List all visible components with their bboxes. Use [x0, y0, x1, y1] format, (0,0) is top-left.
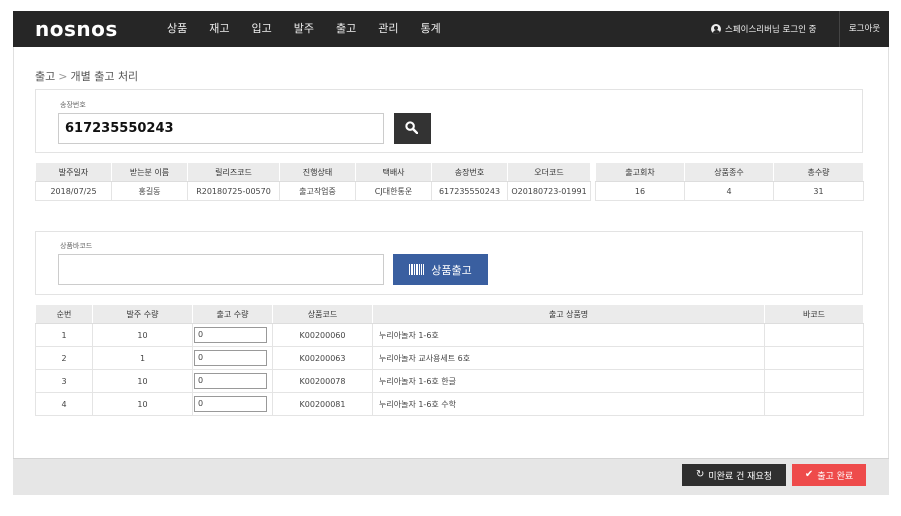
order-date: 2018/07/25 — [35, 181, 112, 201]
release-code: R20180725-00570 — [187, 181, 280, 201]
invoice-number-input[interactable]: 617235550243 — [58, 113, 384, 144]
ship-qty-input[interactable]: 0 — [194, 396, 267, 412]
summary-header-row: 출고회차 상품종수 총수량 — [595, 162, 864, 182]
barcode-input[interactable] — [58, 254, 384, 285]
refresh-icon: ↻ — [695, 469, 705, 480]
recipient-name: 홍길동 — [111, 181, 188, 201]
table-row: 1 10 0 K00200060 누리아놀자 1-6호 — [35, 323, 864, 347]
item-product-name: 누리아놀자 교사용세트 6호 — [372, 346, 765, 370]
user-status: 스페이스리버님 로그인 중 — [711, 11, 816, 47]
item-product-name: 누리아놀자 1-6호 수학 — [372, 392, 765, 416]
ship-product-label: 상품출고 — [431, 263, 472, 277]
col-product-code: 상품코드 — [272, 304, 373, 324]
summary-table: 출고회차 상품종수 총수량 16 4 31 — [595, 162, 864, 201]
item-product-name: 누리아놀자 1-6호 한글 — [372, 369, 765, 393]
col-status: 진행상태 — [279, 162, 356, 182]
items-header-row: 순번 발주 수량 출고 수량 상품코드 출고 상품명 바코드 — [35, 304, 864, 324]
item-product-code: K00200078 — [272, 369, 373, 393]
ship-qty-input[interactable]: 0 — [194, 350, 267, 366]
order-code: O20180723-01991 — [507, 181, 591, 201]
barcode-label: 상품바코드 — [60, 242, 93, 250]
table-row: 2018/07/25 홍길동 R20180725-00570 출고작업중 CJ대… — [35, 181, 591, 201]
col-ship-qty: 출고 수량 — [192, 304, 273, 324]
order-info-table: 발주일자 받는분 이름 릴리즈코드 진행상태 택배사 송장번호 오더코드 201… — [35, 162, 591, 201]
breadcrumb-parent[interactable]: 출고 — [35, 70, 55, 83]
nav-item-outbound[interactable]: 출고 — [326, 11, 366, 47]
item-product-code: K00200081 — [272, 392, 373, 416]
item-seq: 3 — [35, 369, 93, 393]
col-invoice: 송장번호 — [431, 162, 508, 182]
item-product-code: K00200060 — [272, 323, 373, 347]
col-total-qty: 총수량 — [773, 162, 864, 182]
item-product-code: K00200063 — [272, 346, 373, 370]
order-info-header-row: 발주일자 받는분 이름 릴리즈코드 진행상태 택배사 송장번호 오더코드 — [35, 162, 591, 182]
top-navbar: nosnos 상품 재고 입고 발주 출고 관리 통계 스페이스리버님 로그인 … — [13, 11, 889, 47]
search-button[interactable] — [394, 113, 431, 144]
nav-item-product[interactable]: 상품 — [157, 11, 197, 47]
item-order-qty: 10 — [92, 323, 193, 347]
rerequest-button[interactable]: ↻ 미완료 건 재요청 — [682, 464, 786, 486]
rerequest-label: 미완료 건 재요청 — [708, 471, 773, 482]
logout-button[interactable]: 로그아웃 — [839, 11, 889, 47]
ship-qty-input[interactable]: 0 — [194, 373, 267, 389]
item-seq: 2 — [35, 346, 93, 370]
table-row: 4 10 0 K00200081 누리아놀자 1-6호 수학 — [35, 392, 864, 416]
col-order-code: 오더코드 — [507, 162, 591, 182]
item-order-qty: 10 — [92, 369, 193, 393]
breadcrumb-current: 개별 출고 처리 — [70, 70, 139, 83]
col-order-qty: 발주 수량 — [92, 304, 193, 324]
col-order-date: 발주일자 — [35, 162, 112, 182]
item-barcode — [764, 346, 864, 370]
user-status-text: 스페이스리버님 로그인 중 — [725, 25, 817, 35]
breadcrumb: 출고 > 개별 출고 처리 — [35, 68, 138, 84]
total-qty: 31 — [773, 181, 864, 201]
table-row: 16 4 31 — [595, 181, 864, 201]
table-row: 2 1 0 K00200063 누리아놀자 교사용세트 6호 — [35, 346, 864, 370]
breadcrumb-separator: > — [58, 70, 68, 83]
col-release-code: 릴리즈코드 — [187, 162, 280, 182]
ship-product-button[interactable]: 상품출고 — [393, 254, 488, 285]
item-barcode — [764, 323, 864, 347]
courier: CJ대한통운 — [355, 181, 432, 201]
complete-shipment-button[interactable]: ✔ 출고 완료 — [792, 464, 866, 486]
nav-item-inventory[interactable]: 재고 — [199, 11, 239, 47]
ship-qty-input[interactable]: 0 — [194, 327, 267, 343]
col-product-types: 상품종수 — [684, 162, 774, 182]
table-row: 3 10 0 K00200078 누리아놀자 1-6호 한글 — [35, 369, 864, 393]
item-seq: 1 — [35, 323, 93, 347]
product-types: 4 — [684, 181, 774, 201]
nav-item-inbound[interactable]: 입고 — [242, 11, 282, 47]
col-courier: 택배사 — [355, 162, 432, 182]
search-icon — [405, 121, 418, 134]
item-seq: 4 — [35, 392, 93, 416]
progress-status: 출고작업중 — [279, 181, 356, 201]
item-barcode — [764, 392, 864, 416]
col-recipient: 받는분 이름 — [111, 162, 188, 182]
logo[interactable]: nosnos — [35, 17, 118, 41]
item-order-qty: 1 — [92, 346, 193, 370]
user-icon — [711, 24, 721, 34]
col-barcode: 바코드 — [764, 304, 864, 324]
col-product-name: 출고 상품명 — [372, 304, 765, 324]
col-ship-round: 출고회차 — [595, 162, 685, 182]
invoice-number: 617235550243 — [431, 181, 508, 201]
col-seq: 순번 — [35, 304, 93, 324]
ship-round: 16 — [595, 181, 685, 201]
item-order-qty: 10 — [92, 392, 193, 416]
nav-item-order[interactable]: 발주 — [284, 11, 324, 47]
item-barcode — [764, 369, 864, 393]
item-product-name: 누리아놀자 1-6호 — [372, 323, 765, 347]
invoice-label: 송장번호 — [60, 101, 86, 109]
nav-item-stats[interactable]: 통계 — [411, 11, 451, 47]
main-menu: 상품 재고 입고 발주 출고 관리 통계 — [157, 11, 453, 47]
barcode-icon — [409, 264, 425, 275]
items-table: 순번 발주 수량 출고 수량 상품코드 출고 상품명 바코드 1 10 0 K0… — [35, 304, 864, 416]
complete-shipment-label: 출고 완료 — [817, 471, 854, 482]
nav-item-manage[interactable]: 관리 — [368, 11, 408, 47]
check-icon: ✔ — [804, 469, 814, 480]
